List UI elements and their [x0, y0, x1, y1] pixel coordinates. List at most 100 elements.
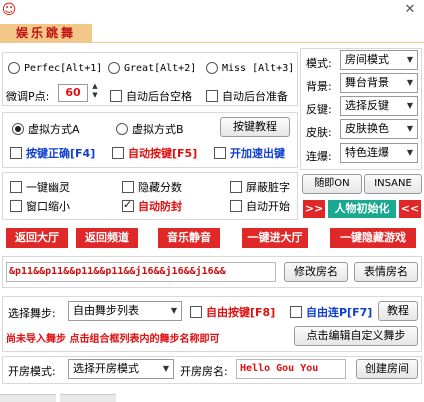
auto-protect-label: 自动防封 — [138, 200, 182, 213]
shrink-label: 窗口缩小 — [26, 200, 70, 213]
music-mute-button[interactable]: 音乐静音 — [158, 228, 220, 248]
correct-key-option[interactable]: 按键正确[F4] — [10, 145, 95, 161]
auto-protect-option[interactable]: 自动防封 — [122, 198, 182, 214]
brand-tab[interactable]: 娱乐跳舞 — [0, 24, 92, 42]
fine-tune-input[interactable]: 60 — [58, 84, 88, 102]
chevron-down-icon: ▼ — [406, 78, 413, 87]
open-mode-select[interactable]: 选择开房模式 ▼ — [68, 359, 174, 379]
create-room-button[interactable]: 创建房间 — [356, 359, 418, 379]
dance-step-label: 选择舞步: — [8, 307, 56, 320]
free-combo-option[interactable]: 自由连P[F7] — [290, 304, 372, 320]
auto-ready-label: 自动后台准备 — [222, 90, 288, 103]
perfect-label: Perfec[Alt+1] — [24, 62, 103, 74]
tab-divider — [0, 42, 424, 43]
ghost-checkbox[interactable] — [10, 181, 22, 193]
insane-button[interactable]: INSANE — [364, 174, 422, 194]
ghost-option[interactable]: 一键幽灵 — [10, 179, 70, 195]
reverse-key-select[interactable]: 选择反键 ▼ — [340, 96, 418, 116]
ghost-label: 一键幽灵 — [26, 181, 70, 194]
close-icon[interactable]: ✕ — [400, 1, 420, 19]
one-key-hide-button[interactable]: 一键隐藏游戏 — [330, 228, 416, 248]
auto-ready-checkbox[interactable] — [206, 90, 218, 102]
open-room-name-label: 开房房名: — [180, 365, 228, 378]
mask-words-option[interactable]: 屏蔽脏字 — [230, 179, 290, 195]
combo-label: 连爆: — [306, 150, 332, 163]
chevron-down-icon: ▼ — [406, 101, 413, 110]
chevron-down-icon: ▼ — [406, 55, 413, 64]
random-on-button[interactable]: 随即ON — [302, 174, 362, 194]
free-key-checkbox[interactable] — [190, 306, 202, 318]
hide-score-checkbox[interactable] — [122, 181, 134, 193]
auto-start-label: 自动开始 — [246, 200, 290, 213]
skin-select[interactable]: 皮肤换色 ▼ — [340, 119, 418, 139]
emoji-room-name-button[interactable]: 表情房名 — [354, 262, 418, 282]
correct-key-checkbox[interactable] — [10, 147, 22, 159]
one-key-hall-button[interactable]: 一键进大厅 — [242, 228, 308, 248]
mask-words-label: 屏蔽脏字 — [246, 181, 290, 194]
hide-score-option[interactable]: 隐藏分数 — [122, 179, 182, 195]
miss-radio[interactable] — [206, 62, 218, 74]
virtual-a-option[interactable]: 虚拟方式A — [12, 121, 80, 137]
fine-tune-spinner[interactable]: ▲ ▼ — [90, 82, 100, 102]
modify-room-name-button[interactable]: 修改房名 — [284, 262, 348, 282]
great-label: Great[Alt+2] — [124, 62, 197, 74]
fine-tune-label: 微调P点: — [6, 90, 50, 103]
auto-key-label: 自动按键[F5] — [128, 147, 198, 160]
great-option[interactable]: Great[Alt+2] — [108, 62, 196, 74]
dance-notice-text: 尚未导入舞步 点击组合框列表内的舞步名称即可 — [6, 334, 220, 345]
bottom-tab-right[interactable] — [60, 394, 116, 402]
virtual-b-radio[interactable] — [116, 123, 128, 135]
perfect-radio[interactable] — [8, 62, 20, 74]
app-icon: ☺ — [1, 2, 17, 18]
reverse-key-label: 反键: — [306, 103, 332, 116]
virtual-a-radio[interactable] — [12, 123, 24, 135]
auto-key-option[interactable]: 自动按键[F5] — [112, 145, 197, 161]
speed-key-option[interactable]: 开加速出键 — [214, 145, 285, 161]
shrink-option[interactable]: 窗口缩小 — [10, 198, 70, 214]
virtual-b-label: 虚拟方式B — [132, 123, 184, 136]
free-key-option[interactable]: 自由按键[F8] — [190, 304, 275, 320]
speed-key-checkbox[interactable] — [214, 147, 226, 159]
dance-tutorial-button[interactable]: 教程 — [378, 301, 418, 321]
perfect-option[interactable]: Perfec[Alt+1] — [8, 62, 102, 74]
mask-words-checkbox[interactable] — [230, 181, 242, 193]
shrink-checkbox[interactable] — [10, 200, 22, 212]
key-tutorial-button[interactable]: 按键教程 — [220, 117, 290, 137]
auto-space-checkbox[interactable] — [110, 90, 122, 102]
prev-arrow-button[interactable]: >> — [303, 200, 325, 218]
init-character-button[interactable]: 人物初始化 — [328, 200, 396, 218]
great-radio[interactable] — [108, 62, 120, 74]
room-name-input[interactable]: &p11&&p11&&p11&&p11&&j16&&j16&&j16&& — [6, 262, 276, 282]
back-channel-button[interactable]: 返回频道 — [76, 228, 138, 248]
mode-select[interactable]: 房间模式 ▼ — [340, 50, 418, 70]
chevron-down-icon: ▼ — [406, 148, 413, 157]
next-arrow-button[interactable]: << — [399, 200, 421, 218]
chevron-down-icon: ▼ — [170, 306, 177, 315]
miss-option[interactable]: Miss [Alt+3] — [206, 62, 294, 74]
auto-ready-option[interactable]: 自动后台准备 — [206, 88, 288, 104]
auto-key-checkbox[interactable] — [112, 147, 124, 159]
speed-key-label: 开加速出键 — [230, 147, 285, 160]
chevron-down-icon: ▼ — [162, 364, 169, 373]
open-mode-label: 开房模式: — [8, 365, 56, 378]
background-select[interactable]: 舞台背景 ▼ — [340, 73, 418, 93]
back-hall-button[interactable]: 返回大厅 — [6, 228, 68, 248]
auto-space-label: 自动后台空格 — [126, 90, 192, 103]
edit-custom-dance-button[interactable]: 点击编辑自定义舞步 — [294, 326, 418, 346]
skin-label: 皮肤: — [306, 126, 332, 139]
free-combo-label: 自由连P[F7] — [306, 306, 373, 319]
correct-key-label: 按键正确[F4] — [26, 147, 96, 160]
dance-step-select[interactable]: 自由舞步列表 ▼ — [68, 301, 182, 321]
free-key-label: 自由按键[F8] — [206, 306, 276, 319]
virtual-a-label: 虚拟方式A — [28, 123, 80, 136]
combo-select[interactable]: 特色连爆 ▼ — [340, 143, 418, 163]
bottom-tab-left[interactable] — [0, 394, 56, 402]
free-combo-checkbox[interactable] — [290, 306, 302, 318]
virtual-b-option[interactable]: 虚拟方式B — [116, 121, 184, 137]
open-room-name-input[interactable]: Hello Gou You — [236, 359, 346, 379]
auto-space-option[interactable]: 自动后台空格 — [110, 88, 192, 104]
miss-label: Miss [Alt+3] — [222, 62, 295, 74]
auto-start-checkbox[interactable] — [230, 200, 242, 212]
auto-start-option[interactable]: 自动开始 — [230, 198, 290, 214]
auto-protect-checkbox[interactable] — [122, 198, 134, 212]
